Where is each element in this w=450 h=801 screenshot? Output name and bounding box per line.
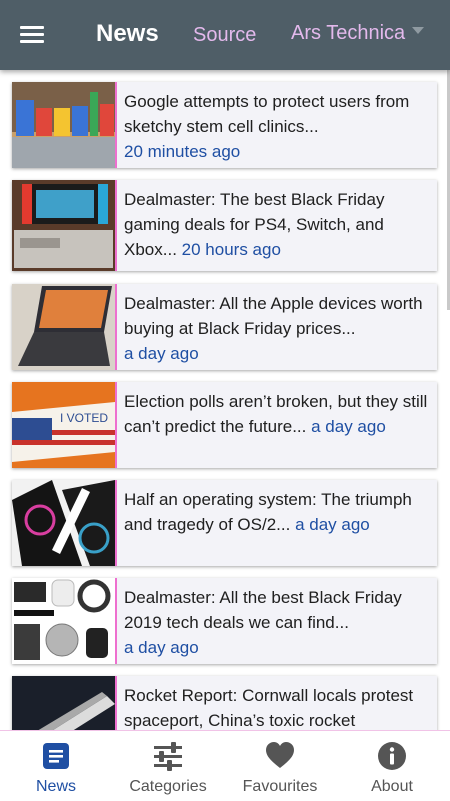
article-text: Rocket Report: Cornwall locals protest s… <box>124 683 432 730</box>
article-text: Google attempts to protect users from sk… <box>124 89 432 164</box>
ipad-keyboard-image <box>12 284 117 370</box>
article-text: Dealmaster: All the Apple devices worth … <box>124 291 432 366</box>
article-title: Dealmaster: All the best Black Friday 20… <box>124 588 402 632</box>
nav-about[interactable]: About <box>336 731 448 801</box>
article-time: a day ago <box>124 344 199 363</box>
article-card[interactable]: Half an operating system: The triumph an… <box>12 480 437 566</box>
article-title: Rocket Report: Cornwall locals protest s… <box>124 686 414 730</box>
nav-favourites[interactable]: Favourites <box>224 731 336 801</box>
app-title: News <box>96 20 159 47</box>
nav-label-news: News <box>35 778 76 795</box>
article-card[interactable]: Dealmaster: All the best Black Friday 20… <box>12 578 437 664</box>
dropdown-caret-icon <box>412 27 425 35</box>
article-time: a day ago <box>311 417 386 436</box>
source-dropdown-value: Ars Technica <box>291 22 406 44</box>
article-time: a day ago <box>295 515 370 534</box>
article-feed[interactable]: Google attempts to protect users from sk… <box>0 70 450 730</box>
source-label: Source <box>193 24 257 46</box>
rocket-image <box>12 676 117 730</box>
article-text: Half an operating system: The triumph an… <box>124 487 432 537</box>
tech-gadgets-image <box>12 578 117 664</box>
nav-news[interactable]: News <box>0 731 112 801</box>
article-text: Dealmaster: All the best Black Friday 20… <box>124 585 432 660</box>
app-bar: News Source Ars Technica <box>0 0 450 70</box>
article-time: a day ago <box>124 638 199 657</box>
article-time: 20 hours ago <box>181 240 281 259</box>
game-consoles-image <box>12 180 117 271</box>
article-title: Google attempts to protect users from sk… <box>124 92 410 136</box>
article-title: Dealmaster: All the Apple devices worth … <box>124 294 423 338</box>
article-text: Election polls aren’t broken, but they s… <box>124 389 432 439</box>
nav-categories[interactable]: Categories <box>112 731 224 801</box>
os2-discs-image <box>12 480 117 566</box>
article-card[interactable]: Dealmaster: The best Black Friday gaming… <box>12 180 437 271</box>
bottom-navigation: News Categories Favourites About <box>0 730 450 801</box>
info-icon <box>378 742 406 770</box>
sliders-icon <box>154 742 182 771</box>
news-icon <box>43 743 69 769</box>
article-text: Dealmaster: The best Black Friday gaming… <box>124 187 432 262</box>
source-dropdown[interactable]: Ars Technica <box>291 22 425 45</box>
nav-label-favourites: Favourites <box>242 778 318 795</box>
article-time: 20 minutes ago <box>124 142 241 161</box>
heart-icon <box>266 742 294 768</box>
google-sign-image <box>12 82 117 168</box>
article-card[interactable]: Google attempts to protect users from sk… <box>12 82 437 168</box>
svg-text:I VOTED: I VOTED <box>60 411 108 425</box>
hamburger-menu-icon[interactable] <box>20 25 46 45</box>
nav-label-categories: Categories <box>129 778 207 795</box>
article-card[interactable]: I VOTED Election polls aren’t broken, bu… <box>12 382 437 468</box>
article-card[interactable]: Rocket Report: Cornwall locals protest s… <box>12 676 437 730</box>
i-voted-sticker-image: I VOTED <box>12 382 117 468</box>
nav-label-about: About <box>371 778 413 795</box>
article-card[interactable]: Dealmaster: All the Apple devices worth … <box>12 284 437 370</box>
